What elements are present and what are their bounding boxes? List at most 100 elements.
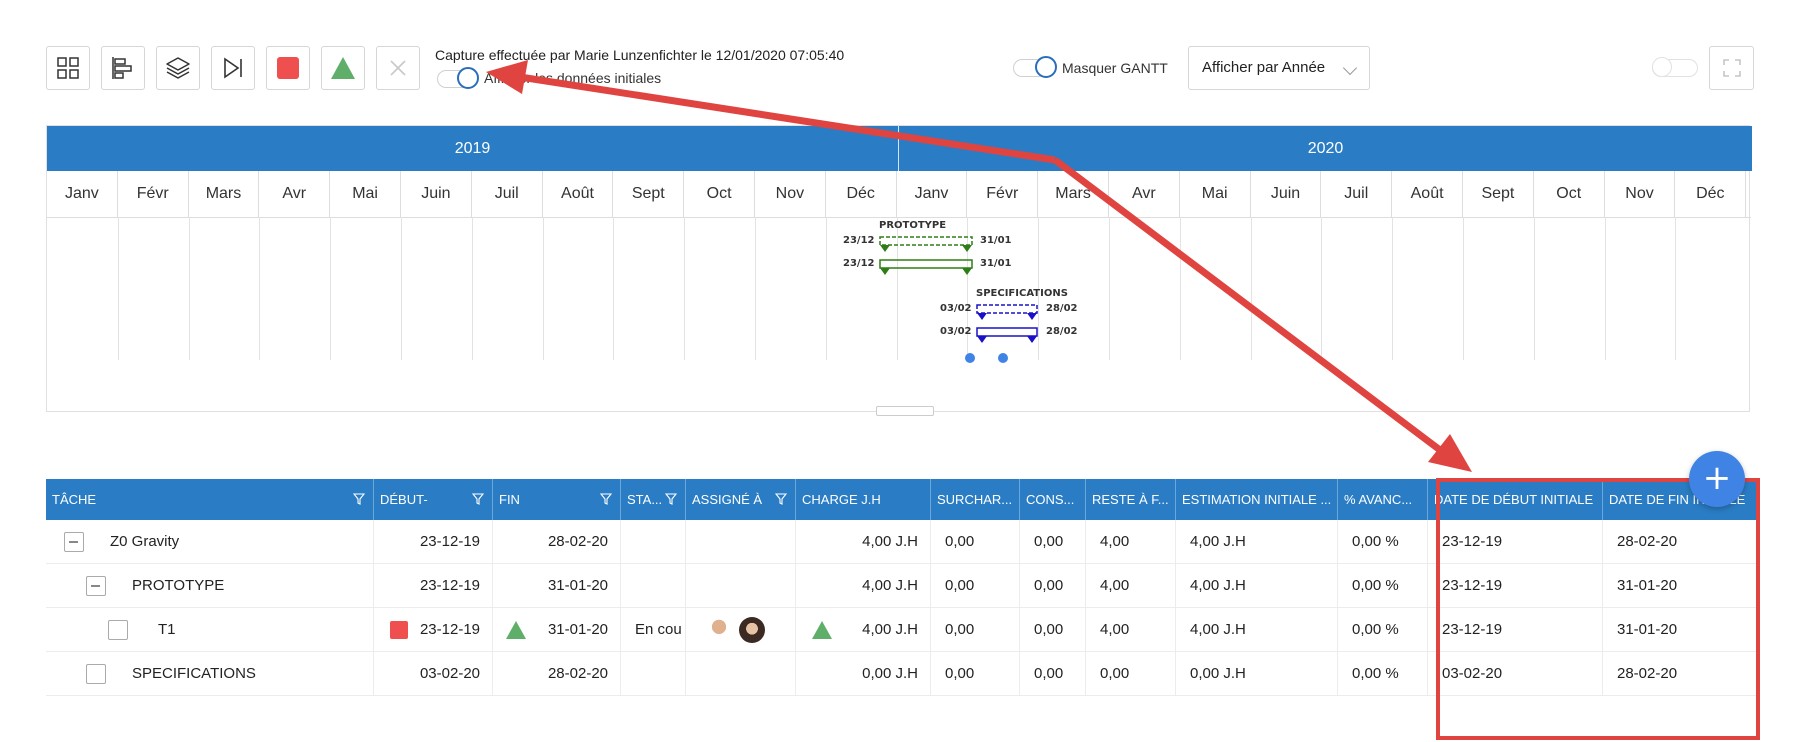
assigned-cell [686, 652, 796, 696]
surcharge-cell: 0,00 [931, 520, 1020, 564]
reste-cell: 4,00 [1086, 608, 1176, 652]
statut-cell [621, 564, 686, 608]
skip-end-button[interactable] [211, 46, 255, 90]
hide-gantt-label: Masquer GANTT [1062, 60, 1168, 76]
reste-cell: 0,00 [1086, 652, 1176, 696]
column-header[interactable]: FIN [493, 479, 621, 520]
toggle-knob [1652, 57, 1672, 77]
red-square-icon [390, 621, 408, 639]
assigned-cell [686, 520, 796, 564]
gantt-view-button[interactable] [101, 46, 145, 90]
column-header[interactable]: ASSIGNÉ À [686, 479, 796, 520]
task-name: Z0 Gravity [110, 533, 180, 550]
filter-icon[interactable] [665, 493, 677, 505]
month-cell: Mai [1180, 171, 1251, 217]
option-toggle[interactable] [1652, 57, 1698, 77]
month-cell: Janv [47, 171, 118, 217]
grid-view-button[interactable] [46, 46, 90, 90]
assigned-cell [686, 564, 796, 608]
fullscreen-button[interactable] [1709, 46, 1754, 90]
avancement-cell: 0,00 % [1338, 564, 1428, 608]
green-status-button[interactable] [321, 46, 365, 90]
task-cell: Z0 Gravity [46, 520, 374, 564]
month-cell: Janv [897, 171, 968, 217]
scroll-dot[interactable] [998, 353, 1008, 363]
red-status-button[interactable] [266, 46, 310, 90]
month-cell: Avr [1109, 171, 1180, 217]
estimation-cell: 4,00 J.H [1176, 520, 1338, 564]
specifications-end-marker [1027, 313, 1037, 320]
fin-cell: 28-02-20 [493, 520, 621, 564]
column-header-label: STA... [627, 492, 663, 507]
specifications-start-marker [977, 336, 987, 343]
column-header[interactable]: SURCHAR... [931, 479, 1020, 520]
specifications-initial-bar [976, 304, 1038, 314]
specifications-task-label: SPECIFICATIONS [976, 288, 1068, 299]
task-name: T1 [158, 621, 176, 638]
month-cell: Sept [1463, 171, 1534, 217]
specifications-bar [976, 327, 1038, 337]
column-header[interactable]: DÉBUT- [374, 479, 493, 520]
month-cell: Août [1392, 171, 1463, 217]
column-header[interactable]: RESTE À F... [1086, 479, 1176, 520]
row-checkbox[interactable] [86, 664, 106, 684]
hide-gantt-toggle[interactable] [1013, 56, 1057, 78]
surcharge-cell: 0,00 [931, 564, 1020, 608]
debut-cell: 23-12-19 [374, 564, 493, 608]
column-header[interactable]: TÂCHE [46, 479, 374, 520]
column-header[interactable]: ESTIMATION INITIALE ... [1176, 479, 1338, 520]
avatar[interactable] [706, 617, 732, 643]
layers-button[interactable] [156, 46, 200, 90]
layers-icon [166, 57, 190, 79]
chevron-down-icon [1342, 60, 1358, 76]
month-cell: Nov [1605, 171, 1676, 217]
specifications-end-label: 28/02 [1046, 303, 1078, 314]
column-header[interactable]: CHARGE J.H [796, 479, 931, 520]
debut-cell: 03-02-20 [374, 652, 493, 696]
column-header-label: RESTE À F... [1092, 492, 1169, 507]
month-cell: Déc [1675, 171, 1747, 217]
filter-icon[interactable] [775, 493, 787, 505]
collapse-toggle[interactable] [86, 576, 106, 596]
clear-button[interactable] [376, 46, 420, 90]
column-header[interactable]: CONS... [1020, 479, 1086, 520]
statut-cell [621, 652, 686, 696]
pane-splitter[interactable] [876, 406, 934, 416]
assigned-cell [686, 608, 796, 652]
green-triangle-icon [331, 57, 355, 79]
green-triangle-icon [506, 621, 526, 639]
collapse-toggle[interactable] [64, 532, 84, 552]
surcharge-cell: 0,00 [931, 608, 1020, 652]
add-button[interactable]: + [1689, 451, 1745, 507]
scroll-dot[interactable] [965, 353, 975, 363]
filter-icon[interactable] [472, 493, 484, 505]
month-row: Janv Févr Mars Avr Mai Juin Juil Août Sept Oct Nov… [47, 171, 1751, 218]
close-icon [390, 60, 406, 76]
row-checkbox[interactable] [108, 620, 128, 640]
toggle-knob [1035, 56, 1057, 78]
cons-cell: 0,00 [1020, 652, 1086, 696]
charge-cell: 0,00 J.H [796, 652, 931, 696]
display-by-select[interactable]: Afficher par Année [1188, 46, 1370, 90]
month-cell: Avr [259, 171, 331, 217]
gantt-chart: 2019 2020 Janv Févr Mars Avr Mai Juin Juil Août… [46, 125, 1752, 412]
avancement-cell: 0,00 % [1338, 652, 1428, 696]
prototype-task-label: PROTOTYPE [879, 220, 947, 231]
prototype-start-marker [880, 268, 890, 275]
red-square-icon [277, 57, 299, 79]
filter-icon[interactable] [600, 493, 612, 505]
gantt-bars [879, 236, 1038, 363]
capture-info: Capture effectuée par Marie Lunzenfichte… [435, 47, 845, 63]
page: Capture effectuée par Marie Lunzenfichte… [0, 0, 1805, 742]
column-header-label: % AVANC... [1344, 492, 1413, 507]
specifications-start-marker [977, 313, 987, 320]
filter-icon[interactable] [353, 493, 365, 505]
column-header[interactable]: STA... [621, 479, 686, 520]
month-cell: Mai [330, 171, 401, 217]
month-cell: Mars [189, 171, 260, 217]
task-cell: PROTOTYPE [46, 564, 374, 608]
avatar[interactable] [739, 617, 765, 643]
fin-cell: 28-02-20 [493, 652, 621, 696]
column-header[interactable]: % AVANC... [1338, 479, 1428, 520]
show-initial-toggle[interactable] [437, 67, 479, 89]
